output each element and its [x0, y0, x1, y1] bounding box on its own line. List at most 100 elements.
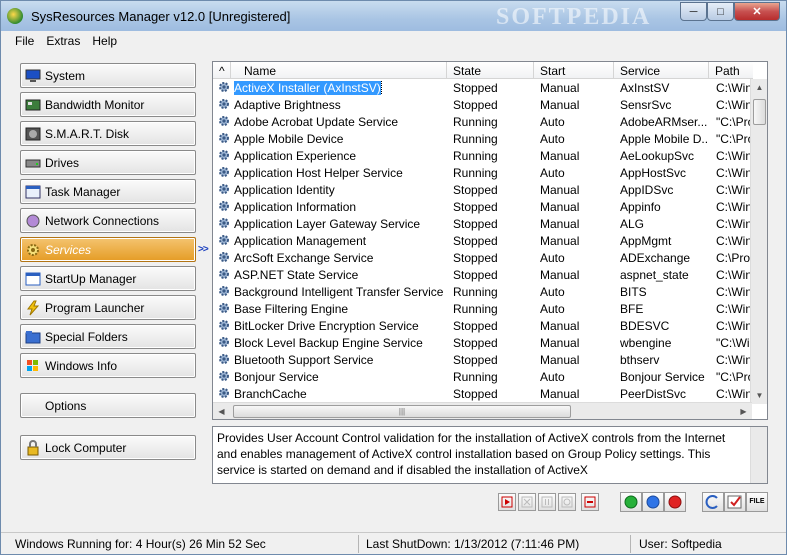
- table-row[interactable]: Application Identity Stopped Manual AppIDSv…: [213, 181, 753, 198]
- column-header-name[interactable]: Name: [231, 62, 447, 79]
- sidebar-item-program-launcher[interactable]: Program Launcher: [20, 295, 196, 320]
- table-row[interactable]: Application Management Stopped Manual AppMg…: [213, 232, 753, 249]
- service-gear-icon: [219, 354, 229, 364]
- service-gear-icon: [219, 252, 229, 262]
- cell-name: Application Host Helper Service: [234, 166, 403, 180]
- horizontal-scroll-thumb[interactable]: |||: [233, 405, 571, 418]
- description-scrollbar[interactable]: [750, 427, 767, 483]
- cell-state: Stopped: [453, 319, 498, 333]
- menu-file[interactable]: File: [9, 31, 40, 52]
- maximize-button[interactable]: □: [707, 2, 734, 21]
- table-row[interactable]: Adobe Acrobat Update Service Running Auto A…: [213, 113, 753, 130]
- table-row[interactable]: BranchCache Stopped Manual PeerDistSvc C:\Wi…: [213, 385, 753, 402]
- disk-icon: [25, 126, 41, 142]
- table-row[interactable]: ASP.NET State Service Stopped Manual aspnet…: [213, 266, 753, 283]
- sidebar-item-windows-info[interactable]: Windows Info: [20, 353, 196, 378]
- restart-service-button[interactable]: [558, 493, 576, 511]
- lock-computer-label: Lock Computer: [45, 440, 127, 455]
- vertical-scroll-thumb[interactable]: [753, 99, 766, 125]
- table-row[interactable]: Application Information Stopped Manual Appi…: [213, 198, 753, 215]
- horizontal-scrollbar[interactable]: ◀ ||| ▶: [213, 402, 752, 419]
- table-row[interactable]: BitLocker Drive Encryption Service Stoppe…: [213, 317, 753, 334]
- cell-name: Application Layer Gateway Service: [234, 217, 421, 231]
- red-filter-button[interactable]: [664, 492, 686, 512]
- cell-path: C:\Wind: [716, 183, 753, 197]
- close-button[interactable]: ✕: [734, 2, 780, 21]
- column-header-service[interactable]: Service: [614, 62, 709, 79]
- options-button[interactable]: Options: [20, 393, 196, 418]
- table-row[interactable]: Bonjour Service Running Auto Bonjour Servic…: [213, 368, 753, 385]
- table-row[interactable]: Block Level Backup Engine Service Stopped…: [213, 334, 753, 351]
- menu-extras[interactable]: Extras: [40, 31, 86, 52]
- lock-computer-button[interactable]: Lock Computer: [20, 435, 196, 460]
- vertical-scrollbar[interactable]: ▲ ▼: [750, 79, 767, 404]
- cell-path: C:\Wind: [716, 285, 753, 299]
- delete-service-button[interactable]: [581, 493, 599, 511]
- sidebar-item-services[interactable]: Services: [20, 237, 196, 262]
- table-row[interactable]: ArcSoft Exchange Service Stopped Auto ADExc…: [213, 249, 753, 266]
- cell-start: Manual: [540, 183, 580, 197]
- last-shutdown-status: Last ShutDown: 1/13/2012 (7:11:46 PM): [366, 537, 580, 551]
- cell-start: Auto: [540, 166, 565, 180]
- sidebar-item-special-folders[interactable]: Special Folders: [20, 324, 196, 349]
- cell-start: Manual: [540, 81, 580, 95]
- blue-filter-button[interactable]: [642, 492, 664, 512]
- scroll-up-icon[interactable]: ▲: [751, 79, 767, 96]
- column-header-path[interactable]: Path: [709, 62, 767, 79]
- sidebar-item-label: StartUp Manager: [45, 271, 137, 286]
- cell-service: AppMgmt: [620, 234, 672, 248]
- sidebar-item-system[interactable]: System: [20, 63, 196, 88]
- table-row[interactable]: Bluetooth Support Service Stopped Manual bt…: [213, 351, 753, 368]
- blue-circle-icon: [646, 495, 660, 509]
- table-row[interactable]: Application Host Helper Service Running Au…: [213, 164, 753, 181]
- active-indicator-arrows: >>: [198, 244, 209, 255]
- cell-state: Stopped: [453, 251, 498, 265]
- service-gear-icon: [219, 235, 229, 245]
- cell-start: Auto: [540, 132, 565, 146]
- table-row[interactable]: Base Filtering Engine Running Auto BFE C:\Wi…: [213, 300, 753, 317]
- export-file-button[interactable]: FILE: [746, 492, 768, 512]
- check-button[interactable]: [724, 492, 746, 512]
- table-row[interactable]: Application Experience Running Manual AeLoo…: [213, 147, 753, 164]
- cell-name: BitLocker Drive Encryption Service: [234, 319, 419, 333]
- service-gear-icon: [219, 116, 229, 126]
- scroll-left-icon[interactable]: ◀: [213, 403, 230, 419]
- sidebar-item-bandwidth-monitor[interactable]: Bandwidth Monitor: [20, 92, 196, 117]
- column-header-start[interactable]: Start: [534, 62, 614, 79]
- sidebar-item-task-manager[interactable]: Task Manager: [20, 179, 196, 204]
- green-filter-button[interactable]: [620, 492, 642, 512]
- scroll-right-icon[interactable]: ▶: [735, 403, 752, 419]
- sidebar-item-label: Services: [45, 242, 92, 257]
- window-title: SysResources Manager v12.0 [Unregistered…: [31, 9, 291, 24]
- sidebar-item-smart-disk[interactable]: S.M.A.R.T. Disk: [20, 121, 196, 146]
- cell-name: Bluetooth Support Service: [234, 353, 374, 367]
- sidebar-item-startup-manager[interactable]: StartUp Manager: [20, 266, 196, 291]
- table-row[interactable]: ActiveX Installer (AxInstSV) Stopped Manua…: [213, 79, 753, 96]
- stop-service-button[interactable]: [518, 493, 536, 511]
- title-bar[interactable]: SysResources Manager v12.0 [Unregistered…: [1, 1, 786, 31]
- pause-service-button[interactable]: [538, 493, 556, 511]
- status-separator: [630, 535, 631, 553]
- cell-start: Manual: [540, 353, 580, 367]
- table-row[interactable]: Background Intelligent Transfer Service R…: [213, 283, 753, 300]
- sidebar-item-network-connections[interactable]: Network Connections: [20, 208, 196, 233]
- watermark: SOFTPEDIA: [496, 4, 652, 30]
- table-row[interactable]: Apple Mobile Device Running Auto Apple Mobi…: [213, 130, 753, 147]
- sort-indicator[interactable]: ^: [213, 62, 231, 79]
- cell-service: BITS: [620, 285, 647, 299]
- menu-help[interactable]: Help: [86, 31, 123, 52]
- service-gear-icon: [219, 99, 229, 109]
- status-separator: [358, 535, 359, 553]
- column-header-state[interactable]: State: [447, 62, 534, 79]
- minimize-button[interactable]: ─: [680, 2, 707, 21]
- table-row[interactable]: Adaptive Brightness Stopped Manual SensrSvc…: [213, 96, 753, 113]
- cell-service: AxInstSV: [620, 81, 670, 95]
- refresh-button[interactable]: [702, 492, 724, 512]
- sidebar-item-label: Task Manager: [45, 184, 121, 199]
- network-card-icon: [25, 97, 41, 113]
- sidebar-item-drives[interactable]: Drives: [20, 150, 196, 175]
- scroll-down-icon[interactable]: ▼: [751, 387, 767, 404]
- cell-path: C:\Wind: [716, 217, 753, 231]
- start-service-button[interactable]: [498, 493, 516, 511]
- table-row[interactable]: Application Layer Gateway Service Stopped…: [213, 215, 753, 232]
